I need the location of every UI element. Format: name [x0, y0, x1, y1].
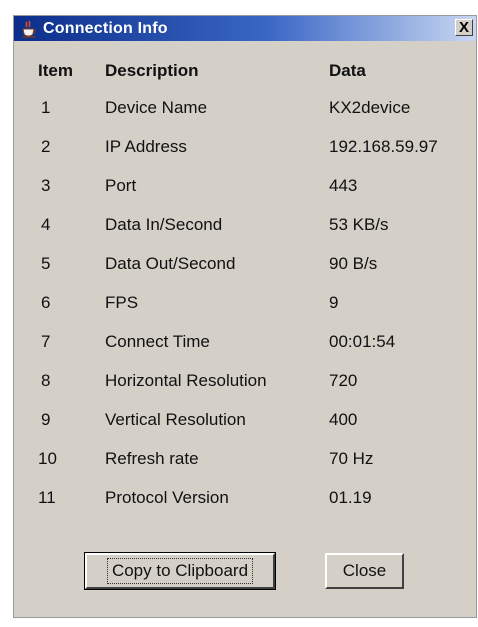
column-header-description: Description	[105, 61, 199, 80]
row-description: Horizontal Resolution	[105, 371, 267, 390]
row-description: Data In/Second	[105, 215, 223, 234]
row-data-value: 53 KB/s	[329, 215, 389, 234]
row-description: FPS	[105, 293, 139, 312]
row-description: Data Out/Second	[105, 254, 236, 273]
row-data-value: 400	[329, 410, 358, 429]
dialog-title: Connection Info	[43, 19, 168, 37]
connection-info-dialog: Connection Info X Item Description Data …	[13, 15, 477, 618]
close-button[interactable]: Close	[325, 553, 404, 589]
row-item-number: 5	[41, 254, 51, 273]
row-data-value: KX2device	[329, 98, 411, 117]
column-header-data: Data	[329, 61, 366, 80]
copy-to-clipboard-label: Copy to Clipboard	[106, 558, 254, 584]
row-item-number: 2	[41, 137, 51, 156]
row-item-number: 4	[41, 215, 51, 234]
row-description: Device Name	[105, 98, 208, 117]
close-button-label: Close	[342, 561, 387, 580]
column-header-item: Item	[38, 61, 73, 80]
row-item-number: 9	[41, 410, 51, 429]
row-data-value: 720	[329, 371, 358, 390]
row-data-value: 00:01:54	[329, 332, 396, 351]
row-data-value: 01.19	[329, 488, 372, 507]
title-bar[interactable]: Connection Info X	[14, 16, 476, 41]
row-item-number: 3	[41, 176, 51, 195]
row-description: IP Address	[105, 137, 187, 156]
row-item-number: 8	[41, 371, 51, 390]
copy-to-clipboard-button[interactable]: Copy to Clipboard	[85, 553, 275, 589]
row-data-value: 90 B/s	[329, 254, 378, 273]
row-description: Vertical Resolution	[105, 410, 246, 429]
row-data-value: 192.168.59.97	[329, 137, 438, 156]
row-data-value: 443	[329, 176, 358, 195]
row-description: Port	[105, 176, 137, 195]
close-icon: X	[458, 19, 469, 36]
row-description: Refresh rate	[105, 449, 199, 468]
close-window-button[interactable]: X	[455, 19, 473, 36]
row-item-number: 11	[38, 488, 56, 507]
row-item-number: 1	[41, 98, 51, 117]
row-item-number: 6	[41, 293, 51, 312]
row-description: Protocol Version	[105, 488, 229, 507]
row-data-value: 9	[329, 293, 339, 312]
java-coffee-icon	[20, 19, 38, 38]
row-data-value: 70 Hz	[329, 449, 374, 468]
row-description: Connect Time	[105, 332, 210, 351]
row-item-number: 7	[41, 332, 51, 351]
row-item-number: 10	[38, 449, 57, 468]
